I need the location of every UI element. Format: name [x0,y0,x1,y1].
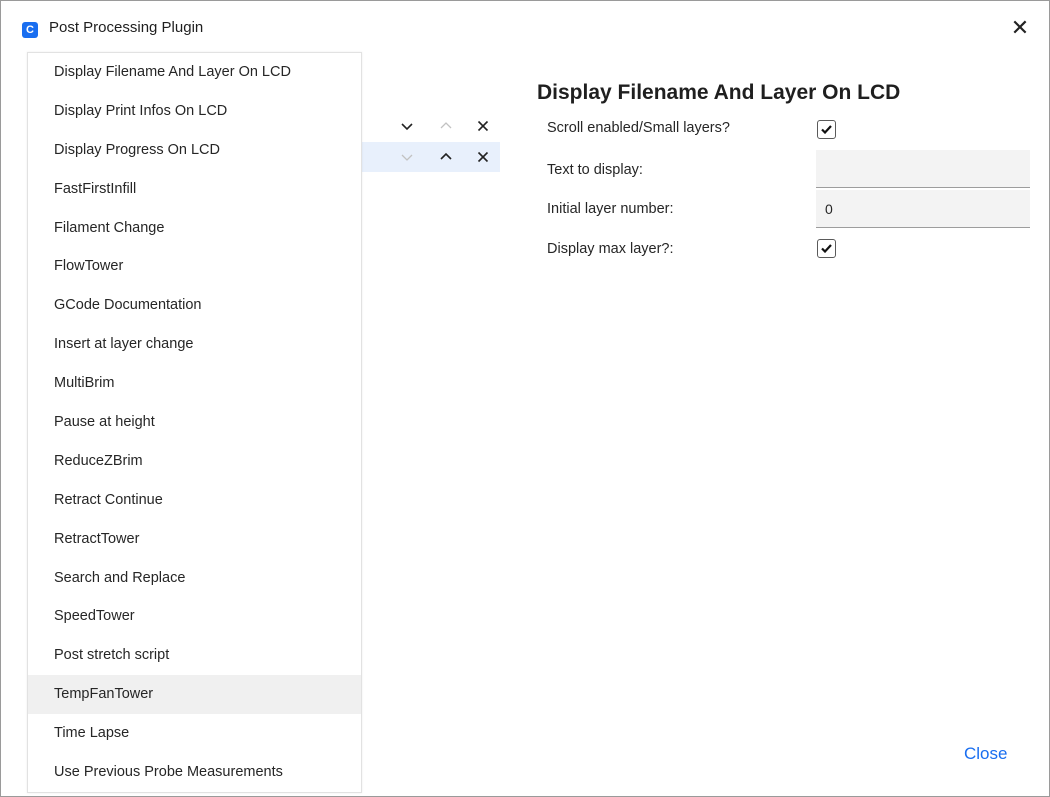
display-max-layer-checkbox[interactable] [817,239,836,258]
move-up-button[interactable] [436,142,456,172]
script-option[interactable]: ReduceZBrim [28,442,361,481]
window-close-button[interactable]: ✕ [1005,13,1035,43]
script-option[interactable]: FastFirstInfill [28,170,361,209]
title-bar: C Post Processing Plugin ✕ [1,1,1049,57]
chevron-down-icon [401,154,413,161]
script-option[interactable]: Pause at height [28,403,361,442]
script-option-hovered[interactable]: TempFanTower [28,675,361,715]
script-option[interactable]: SpeedTower [28,597,361,636]
move-up-button[interactable] [436,111,456,141]
script-option[interactable]: Filament Change [28,209,361,248]
display-max-layer-label: Display max layer?: [547,241,674,257]
script-option[interactable]: Display Print Infos On LCD [28,92,361,131]
chevron-down-icon [401,123,413,131]
remove-script-button[interactable] [473,142,493,172]
scroll-enabled-label: Scroll enabled/Small layers? [547,120,730,136]
script-option[interactable]: Search and Replace [28,559,361,598]
checkmark-icon [821,125,832,134]
settings-title: Display Filename And Layer On LCD [537,81,901,104]
text-to-display-label: Text to display: [547,162,643,178]
move-down-button[interactable] [397,142,417,172]
active-script-row[interactable] [361,111,500,141]
text-to-display-field[interactable] [816,150,1030,188]
chevron-up-icon [440,152,452,160]
window-title: Post Processing Plugin [49,19,204,36]
remove-x-icon [477,120,489,132]
script-option[interactable]: Display Filename And Layer On LCD [28,53,361,92]
script-option[interactable]: Post stretch script [28,636,361,675]
script-option[interactable]: Time Lapse [28,714,361,753]
script-option[interactable]: Retract Continue [28,481,361,520]
initial-layer-field[interactable] [816,190,1030,228]
script-option[interactable]: FlowTower [28,247,361,286]
script-option[interactable]: GCode Documentation [28,286,361,325]
close-button[interactable]: Close [964,744,1007,764]
scroll-enabled-checkbox[interactable] [817,120,836,139]
initial-layer-label: Initial layer number: [547,201,674,217]
script-option[interactable]: Display Progress On LCD [28,131,361,170]
cura-app-icon: C [22,22,38,38]
remove-x-icon [477,151,489,163]
move-down-button[interactable] [397,111,417,141]
active-script-row-selected[interactable] [361,142,500,172]
script-option[interactable]: Use Previous Probe Measurements [28,753,361,792]
post-processing-dialog: C Post Processing Plugin ✕ Display Filen… [0,0,1050,797]
checkmark-icon [821,244,832,253]
script-option[interactable]: RetractTower [28,520,361,559]
remove-script-button[interactable] [473,111,493,141]
add-script-dropdown-list[interactable]: Display Filename And Layer On LCD Displa… [27,52,362,793]
script-option[interactable]: MultiBrim [28,364,361,403]
chevron-up-icon [440,122,452,129]
script-option[interactable]: Insert at layer change [28,325,361,364]
